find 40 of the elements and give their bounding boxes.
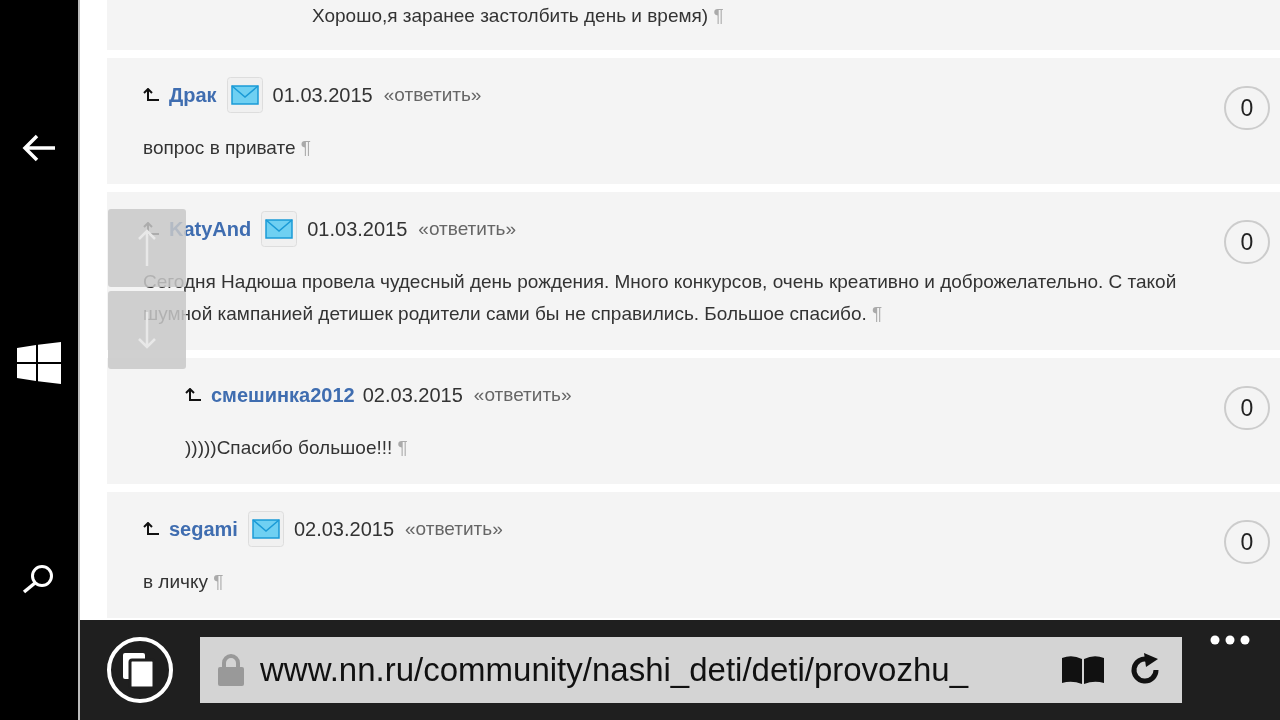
vote-count[interactable]: 0 — [1224, 220, 1270, 264]
tabs-icon[interactable] — [106, 636, 174, 704]
comment-date: 01.03.2015 — [307, 217, 408, 241]
pilcrow-mark: ¶ — [713, 5, 724, 26]
windows-logo-icon[interactable] — [17, 342, 61, 384]
lock-icon — [218, 654, 244, 686]
comment-date: 02.03.2015 — [362, 383, 463, 407]
pilcrow-mark: ¶ — [397, 437, 408, 458]
comment-text: в личку ¶ — [143, 570, 225, 594]
vote-count[interactable]: 0 — [1224, 86, 1270, 130]
mail-icon[interactable] — [226, 77, 263, 113]
comment-text: )))))Спасибо большое!!! ¶ — [185, 436, 409, 460]
search-icon[interactable] — [22, 564, 56, 594]
comment-text: Хорошо,я заранее застолбить день и время) ¶ — [312, 4, 724, 28]
comment-date: 01.03.2015 — [272, 83, 373, 107]
back-arrow-icon[interactable] — [22, 134, 56, 162]
reply-link[interactable]: «ответить» — [418, 218, 517, 240]
pilcrow-mark: ¶ — [872, 303, 883, 324]
reply-link[interactable]: «ответить» — [383, 84, 482, 106]
reply-link[interactable]: «ответить» — [405, 518, 503, 540]
vote-count[interactable]: 0 — [1224, 386, 1270, 430]
comment-text: вопрос в привате ¶ — [143, 136, 313, 160]
up-arrow-icon — [137, 228, 157, 268]
reply-link[interactable]: «ответить» — [473, 384, 572, 406]
author-link[interactable]: смешинка2012 — [211, 383, 355, 407]
author-link[interactable]: Драк — [169, 83, 217, 107]
more-icon[interactable] — [1210, 635, 1250, 645]
reply-arrow-icon — [185, 388, 201, 402]
comment-date: 02.03.2015 — [293, 517, 395, 541]
vote-count[interactable]: 0 — [1224, 520, 1270, 564]
url-text: www.nn.ru/community/nashi_deti/deti/provozhu_ — [260, 651, 970, 689]
book-icon[interactable] — [1060, 654, 1106, 686]
pilcrow-mark: ¶ — [300, 137, 312, 158]
mail-icon[interactable] — [247, 511, 284, 547]
mail-icon[interactable] — [261, 211, 298, 247]
reply-arrow-icon — [143, 522, 159, 536]
address-field[interactable]: www.nn.ru/community/nashi_deti/deti/provozhu_ — [200, 637, 1182, 703]
author-link[interactable]: segami — [169, 517, 238, 541]
reply-arrow-icon — [143, 88, 159, 102]
pilcrow-mark: ¶ — [213, 571, 224, 592]
